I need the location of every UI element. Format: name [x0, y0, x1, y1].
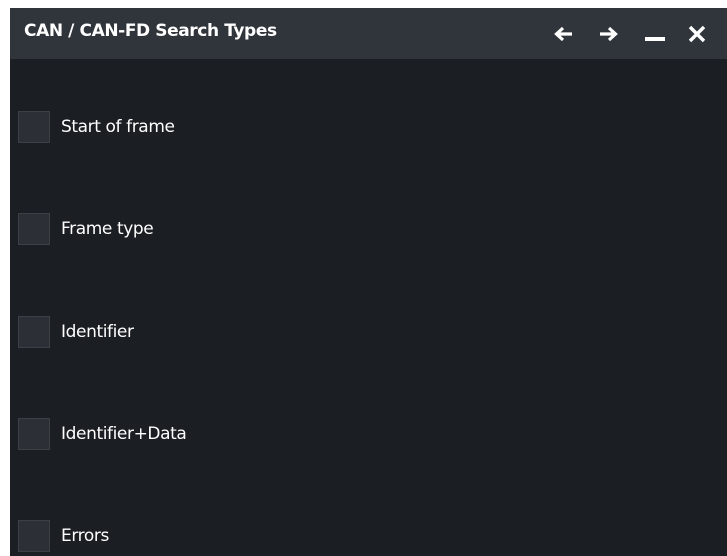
- minimize-icon: [645, 37, 665, 41]
- dialog-titlebar: CAN / CAN-FD Search Types: [10, 8, 727, 59]
- arrow-left-icon: [554, 26, 572, 42]
- search-type-errors[interactable]: Errors: [18, 519, 418, 553]
- close-icon: [688, 25, 706, 43]
- errors-label: Errors: [61, 526, 109, 546]
- forward-button[interactable]: [594, 20, 624, 48]
- frame-type-checkbox[interactable]: [18, 213, 50, 245]
- errors-checkbox[interactable]: [18, 520, 50, 552]
- identifier-label: Identifier: [61, 322, 134, 342]
- identifier-data-label: Identifier+Data: [61, 424, 187, 444]
- search-type-start-of-frame[interactable]: Start of frame: [18, 110, 418, 144]
- search-types-dialog: CAN / CAN-FD Search Types Start of frame…: [10, 8, 727, 556]
- minimize-button[interactable]: [640, 20, 670, 48]
- search-type-frame-type[interactable]: Frame type: [18, 212, 418, 246]
- search-type-identifier-data[interactable]: Identifier+Data: [18, 417, 418, 451]
- identifier-data-checkbox[interactable]: [18, 418, 50, 450]
- back-button[interactable]: [548, 20, 578, 48]
- identifier-checkbox[interactable]: [18, 316, 50, 348]
- search-type-identifier[interactable]: Identifier: [18, 315, 418, 349]
- frame-type-label: Frame type: [61, 219, 154, 239]
- dialog-title: CAN / CAN-FD Search Types: [24, 21, 277, 41]
- start-of-frame-checkbox[interactable]: [18, 111, 50, 143]
- arrow-right-icon: [600, 26, 618, 42]
- search-types-list: Start of frame Frame type Identifier Ide…: [10, 59, 727, 556]
- start-of-frame-label: Start of frame: [61, 117, 175, 137]
- close-button[interactable]: [682, 20, 712, 48]
